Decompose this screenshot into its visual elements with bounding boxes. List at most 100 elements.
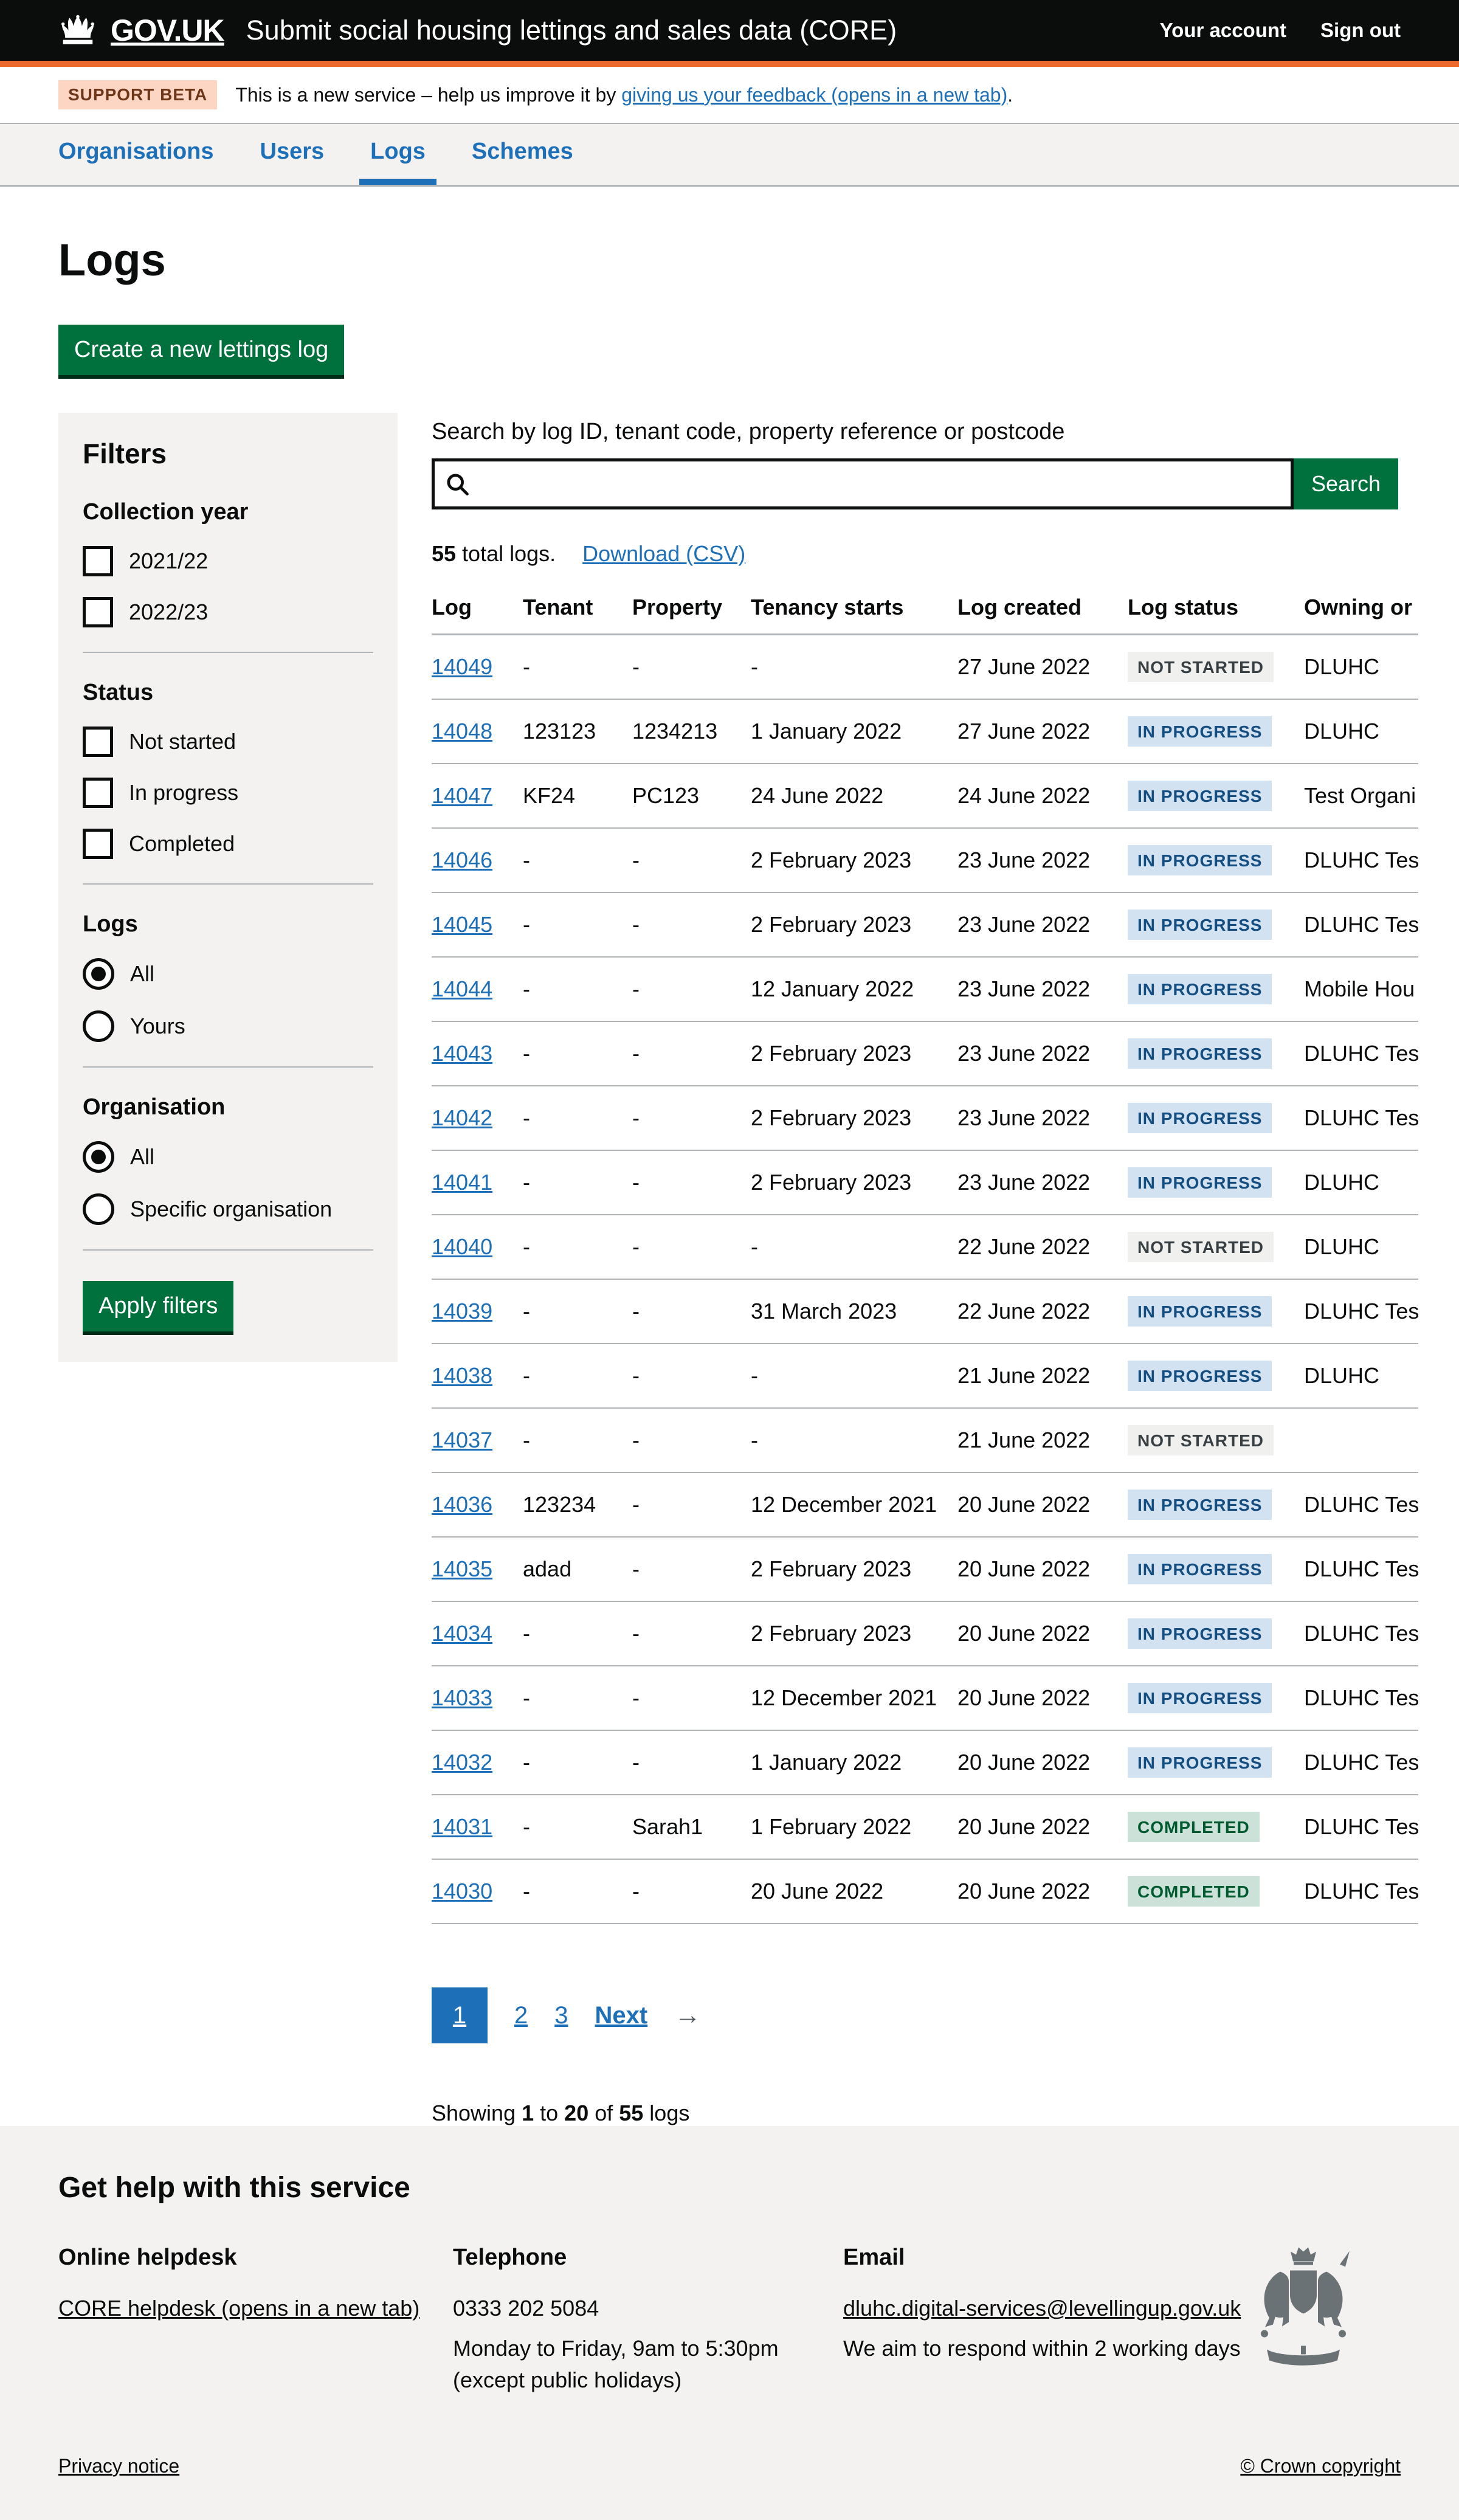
cell-tenancy-starts: 2 February 2023 <box>751 1601 957 1666</box>
log-link-14034[interactable]: 14034 <box>432 1621 492 1646</box>
cell-owning-organisation: DLUHC Tes <box>1304 1601 1418 1666</box>
cell-log-created: 27 June 2022 <box>957 699 1128 764</box>
privacy-notice-link[interactable]: Privacy notice <box>58 2455 179 2477</box>
core-helpdesk-link[interactable]: CORE helpdesk (opens in a new tab) <box>58 2296 419 2321</box>
col-header-log-created: Log created <box>957 595 1128 635</box>
checkbox-not-started[interactable] <box>83 727 113 757</box>
nav-tab-users[interactable]: Users <box>249 124 336 185</box>
cell-tenant: - <box>523 892 632 957</box>
log-link-14031[interactable]: 14031 <box>432 1814 492 1839</box>
filter-option-label[interactable]: Specific organisation <box>130 1196 332 1222</box>
col-header-owning-org: Owning or <box>1304 595 1418 635</box>
cell-property: - <box>632 1279 751 1344</box>
log-link-14038[interactable]: 14038 <box>432 1363 492 1388</box>
cell-log-created: 20 June 2022 <box>957 1537 1128 1601</box>
search-icon <box>444 471 471 500</box>
log-link-14049[interactable]: 14049 <box>432 654 492 679</box>
status-badge: In progress <box>1128 1167 1272 1198</box>
filter-option-specific-organisation: Specific organisation <box>83 1193 373 1225</box>
apply-filters-button[interactable]: Apply filters <box>83 1281 233 1331</box>
cell-owning-organisation: DLUHC Tes <box>1304 1795 1418 1859</box>
search-label: Search by log ID, tenant code, property … <box>432 419 1418 445</box>
table-row: 14034--2 February 202320 June 2022In pro… <box>432 1601 1418 1666</box>
email-link[interactable]: dluhc.digital-services@levellingup.gov.u… <box>843 2296 1241 2321</box>
service-name-link[interactable]: Submit social housing lettings and sales… <box>246 15 897 46</box>
cell-tenancy-starts: 2 February 2023 <box>751 828 957 892</box>
search-button[interactable]: Search <box>1294 458 1398 509</box>
cell-tenancy-starts: - <box>751 1408 957 1472</box>
checkbox-2021-22[interactable] <box>83 546 113 576</box>
table-row: 14038---21 June 2022In progressDLUHC <box>432 1344 1418 1408</box>
nav-tab-schemes[interactable]: Schemes <box>461 124 584 185</box>
cell-log-created: 23 June 2022 <box>957 828 1128 892</box>
nav-tab-logs[interactable]: Logs <box>359 124 436 185</box>
pagination-page-3[interactable]: 3 <box>554 2002 568 2029</box>
pagination-next-link[interactable]: Next <box>595 2002 648 2029</box>
cell-tenant: - <box>523 1344 632 1408</box>
cell-log-status: Completed <box>1128 1795 1304 1859</box>
cell-tenant: - <box>523 1215 632 1279</box>
log-link-14036[interactable]: 14036 <box>432 1492 492 1517</box>
log-link-14037[interactable]: 14037 <box>432 1427 492 1452</box>
radio-specific-organisation[interactable] <box>83 1193 114 1225</box>
filter-option-label[interactable]: 2021/22 <box>129 548 208 574</box>
cell-tenancy-starts: 1 February 2022 <box>751 1795 957 1859</box>
filter-divider <box>83 1066 373 1068</box>
phase-text-before: This is a new service – help us improve … <box>235 84 621 106</box>
total-logs-count: 55 total logs. <box>432 541 556 567</box>
pagination-page-2[interactable]: 2 <box>514 2002 528 2029</box>
telephone-hours: Monday to Friday, 9am to 5:30pm <box>453 2333 843 2364</box>
checkbox-2022-23[interactable] <box>83 597 113 627</box>
download-csv-link[interactable]: Download (CSV) <box>582 541 745 567</box>
log-link-14032[interactable]: 14032 <box>432 1750 492 1775</box>
govuk-header: GOV.UK Submit social housing lettings an… <box>0 0 1459 67</box>
filter-option-label[interactable]: All <box>130 1144 154 1170</box>
checkbox-completed[interactable] <box>83 829 113 859</box>
radio-yours[interactable] <box>83 1010 114 1042</box>
filter-divider <box>83 652 373 653</box>
log-link-14043[interactable]: 14043 <box>432 1041 492 1066</box>
radio-all[interactable] <box>83 958 114 990</box>
filter-option-label[interactable]: All <box>130 961 154 987</box>
cell-log-created: 27 June 2022 <box>957 635 1128 700</box>
log-link-14046[interactable]: 14046 <box>432 847 492 872</box>
log-link-14048[interactable]: 14048 <box>432 719 492 744</box>
log-link-14035[interactable]: 14035 <box>432 1556 492 1581</box>
cell-property: - <box>632 635 751 700</box>
telephone-number: 0333 202 5084 <box>453 2293 843 2324</box>
log-link-14047[interactable]: 14047 <box>432 783 492 808</box>
filter-option-label[interactable]: 2022/23 <box>129 599 208 625</box>
status-badge: In progress <box>1128 716 1272 747</box>
your-account-link[interactable]: Your account <box>1160 19 1286 42</box>
search-input[interactable] <box>432 458 1294 509</box>
cell-property: - <box>632 1537 751 1601</box>
footer: Get help with this service Online helpde… <box>0 2126 1459 2520</box>
log-link-14042[interactable]: 14042 <box>432 1105 492 1130</box>
pagination-page-1-current[interactable]: 1 <box>432 1987 488 2043</box>
cell-tenancy-starts: 2 February 2023 <box>751 1086 957 1150</box>
filter-option-label[interactable]: Not started <box>129 729 236 754</box>
log-link-14030[interactable]: 14030 <box>432 1879 492 1904</box>
feedback-link[interactable]: giving us your feedback (opens in a new … <box>621 84 1007 106</box>
create-lettings-log-button[interactable]: Create a new lettings log <box>58 325 344 375</box>
checkbox-in-progress[interactable] <box>83 778 113 808</box>
radio-all[interactable] <box>83 1141 114 1173</box>
footer-heading: Get help with this service <box>58 2171 1401 2204</box>
log-link-14045[interactable]: 14045 <box>432 912 492 937</box>
filter-option-label[interactable]: In progress <box>129 780 238 806</box>
govuk-logo[interactable]: GOV.UK <box>111 13 224 48</box>
crown-copyright-link[interactable]: © Crown copyright <box>1240 2455 1401 2477</box>
log-link-14044[interactable]: 14044 <box>432 976 492 1001</box>
log-link-14040[interactable]: 14040 <box>432 1234 492 1259</box>
log-link-14033[interactable]: 14033 <box>432 1685 492 1710</box>
log-link-14041[interactable]: 14041 <box>432 1170 492 1195</box>
filter-option-label[interactable]: Yours <box>130 1013 185 1039</box>
sign-out-link[interactable]: Sign out <box>1320 19 1401 42</box>
cell-log: 14035 <box>432 1537 523 1601</box>
cell-tenancy-starts: 20 June 2022 <box>751 1859 957 1924</box>
nav-tab-organisations[interactable]: Organisations <box>47 124 225 185</box>
log-link-14039[interactable]: 14039 <box>432 1299 492 1324</box>
filter-option-label[interactable]: Completed <box>129 831 235 857</box>
cell-log-created: 20 June 2022 <box>957 1859 1128 1924</box>
cell-owning-organisation: DLUHC Tes <box>1304 1086 1418 1150</box>
